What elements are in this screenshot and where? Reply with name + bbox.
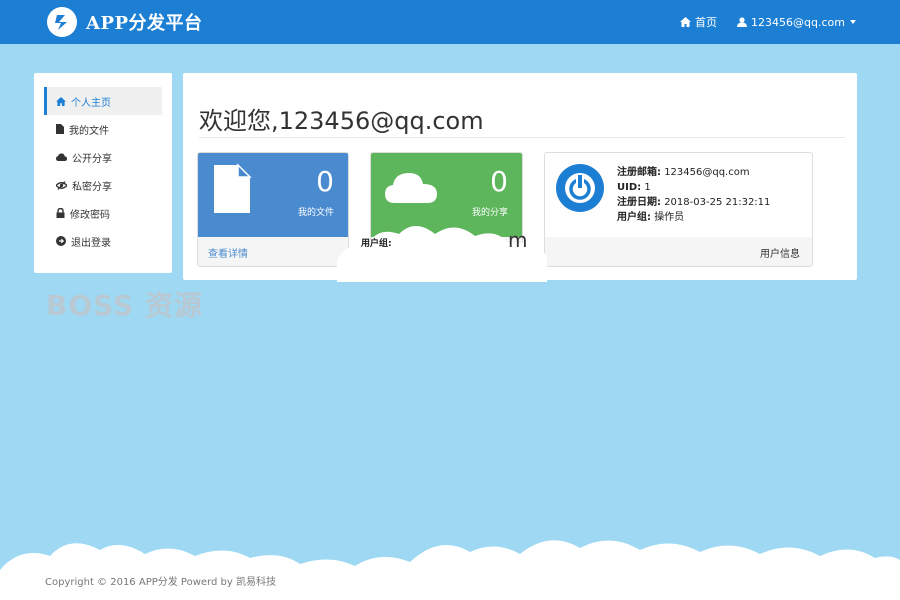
footer-clouds-decoration [0,540,900,600]
user-group-label: 用户组: [617,212,651,223]
home-icon [56,96,66,106]
user-icon [737,17,748,27]
brand-title: APP分发平台 [86,13,203,34]
user-info-card: 注册邮箱: 123456@qq.com UID: 1 注册日期: 2018-03… [544,152,813,267]
sidebar-item-private-share[interactable]: 私密分享 [44,171,162,199]
file-icon [214,163,252,213]
power-logo-icon [556,164,604,212]
user-info-footer[interactable]: 用户信息 [545,237,812,266]
cloud-icon [385,173,437,203]
user-email-label: 123456@qq.com [751,15,845,29]
watermark: BOSS 资源 [46,289,203,322]
uid-value: 1 [644,182,651,193]
register-date-label: 注册日期: [617,197,661,208]
files-card-label: 我的文件 [297,208,334,218]
register-date-value: 2018-03-25 21:32:11 [664,197,771,208]
share-count: 0 [490,165,508,198]
file-icon [56,124,64,134]
sidebar-item-label: 公开分享 [72,153,112,165]
uid-label: UID: [617,182,642,193]
exit-icon [56,236,66,246]
user-group-value: 操作员 [654,212,685,223]
brand[interactable]: APP分发平台 [46,0,203,44]
caret-down-icon [850,20,856,24]
nav-home-label: 首页 [695,16,718,29]
sidebar-item-public-share[interactable]: 公开分享 [44,143,162,171]
sidebar-item-change-password[interactable]: 修改密码 [44,199,162,227]
overlay-fragment: m [508,228,528,252]
files-count: 0 [316,165,334,198]
sidebar-item-my-files[interactable]: 我的文件 [44,115,162,143]
overlay-group-label: 用户组: [361,239,392,249]
user-info-footer-label: 用户信息 [760,248,800,260]
my-files-card-header: 0 我的文件 [198,153,348,237]
my-files-card: 0 我的文件 查看详情 [197,152,349,267]
sidebar-item-logout[interactable]: 退出登录 [44,227,162,255]
sidebar-item-label: 个人主页 [71,97,111,109]
lock-icon [56,208,65,218]
sidebar-item-label: 我的文件 [69,125,109,137]
sidebar-item-home[interactable]: 个人主页 [44,87,162,115]
sidebar-item-label: 退出登录 [71,237,111,249]
view-details-label: 查看详情 [208,248,248,260]
nav-home-link[interactable]: 首页 [680,14,717,30]
top-nav: 首页 123456@qq.com [660,0,856,44]
footer-copyright: Copyright © 2016 APP分发 Powerd by 凯易科技 [45,577,276,588]
user-menu-dropdown[interactable]: 123456@qq.com [737,16,856,29]
sidebar-item-label: 私密分享 [72,181,112,193]
view-details-link[interactable]: 查看详情 [198,237,348,266]
user-info-lines: 注册邮箱: 123456@qq.com UID: 1 注册日期: 2018-03… [617,165,770,225]
eye-slash-icon [56,180,67,190]
sidebar: 个人主页 我的文件 公开分享 私密分享 修改密码 退出登录 [34,73,172,273]
home-icon [680,17,692,27]
sidebar-item-label: 修改密码 [70,209,110,221]
brand-logo-icon [47,7,77,37]
user-info-body: 注册邮箱: 123456@qq.com UID: 1 注册日期: 2018-03… [545,153,812,237]
email-label: 注册邮箱: [617,167,661,178]
top-navbar: APP分发平台 首页 123456@qq.com [0,0,900,44]
divider [199,137,845,138]
email-value: 123456@qq.com [664,167,750,178]
page-title: 欢迎您,123456@qq.com [199,107,484,135]
cloud-icon [56,153,67,161]
